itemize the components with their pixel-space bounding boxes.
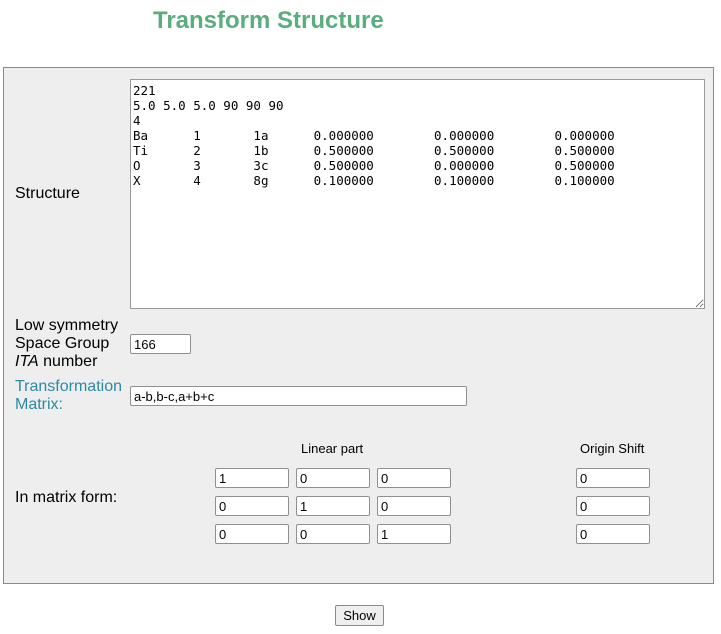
transform-form: Structure Low symmetry Space Group ITA n… <box>3 67 714 584</box>
ita-abbreviation: ITA <box>15 353 39 370</box>
transformation-matrix-label[interactable]: Transformation Matrix: <box>15 378 122 414</box>
space-group-input[interactable] <box>130 334 191 354</box>
space-group-label: Low symmetry Space Group ITA number <box>15 317 118 371</box>
linear-part-r3c2[interactable] <box>296 524 370 544</box>
origin-shift-1[interactable] <box>576 468 650 488</box>
origin-shift-3[interactable] <box>576 524 650 544</box>
linear-part-r1c3[interactable] <box>377 468 451 488</box>
transformation-matrix-input[interactable] <box>130 386 467 406</box>
structure-textarea[interactable] <box>130 79 705 309</box>
linear-part-r2c2[interactable] <box>296 496 370 516</box>
space-group-label-line2: Space Group <box>15 335 110 352</box>
linear-part-r3c3[interactable] <box>377 524 451 544</box>
structure-label: Structure <box>15 185 80 202</box>
transformation-label-line1: Transformation <box>15 378 122 395</box>
page-title: Transform Structure <box>153 7 384 34</box>
space-group-label-line3: ITA number <box>15 353 118 371</box>
show-button[interactable]: Show <box>335 605 384 626</box>
linear-part-r3c1[interactable] <box>215 524 289 544</box>
linear-part-r1c2[interactable] <box>296 468 370 488</box>
linear-part-r2c3[interactable] <box>377 496 451 516</box>
linear-part-r1c1[interactable] <box>215 468 289 488</box>
origin-shift-header: Origin Shift <box>580 441 645 456</box>
linear-part-r2c1[interactable] <box>215 496 289 516</box>
matrix-form-label: In matrix form: <box>15 489 118 506</box>
linear-part-header: Linear part <box>301 441 364 456</box>
number-suffix: number <box>38 353 98 370</box>
transformation-label-line2: Matrix: <box>15 396 63 413</box>
origin-shift-2[interactable] <box>576 496 650 516</box>
space-group-label-line1: Low symmetry <box>15 317 119 334</box>
